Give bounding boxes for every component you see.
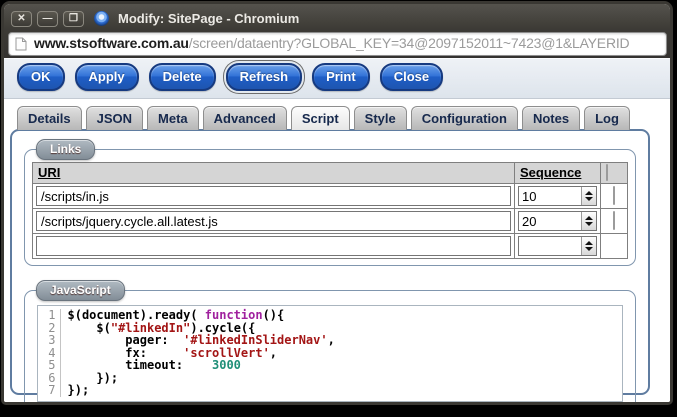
- ok-button[interactable]: OK: [17, 63, 65, 91]
- uri-input[interactable]: [36, 186, 511, 206]
- code-text: });: [67, 383, 90, 397]
- chromium-icon: [94, 11, 109, 26]
- apply-button[interactable]: Apply: [74, 63, 139, 91]
- uri-column-header: URI: [32, 162, 515, 184]
- browser-window: ✕ — ❒ Modify: SitePage - Chromium www.st…: [1, 1, 673, 405]
- spinner-arrows-icon[interactable]: [581, 237, 596, 255]
- uri-input[interactable]: [36, 211, 511, 231]
- line-number: 5: [38, 359, 61, 372]
- code-table: 1 $(document).ready( function(){2 $("#lin…: [38, 309, 335, 397]
- sequence-spinner: [518, 211, 597, 231]
- sequence-input[interactable]: [519, 187, 581, 205]
- line-number: 7: [38, 384, 61, 397]
- spinner-arrows-icon[interactable]: [581, 187, 596, 205]
- code-line: 7});: [38, 384, 335, 397]
- tab-configuration[interactable]: Configuration: [410, 106, 518, 130]
- address-bar[interactable]: www.stsoftware.com.au/screen/dataentry?G…: [8, 32, 667, 56]
- javascript-fieldset: JavaScript 1 $(document).ready( function(…: [24, 280, 636, 402]
- maximize-window-icon[interactable]: ❒: [63, 10, 84, 27]
- browser-chrome: ✕ — ❒ Modify: SitePage - Chromium www.st…: [4, 4, 670, 58]
- tab-meta[interactable]: Meta: [147, 106, 199, 130]
- window-title: Modify: SitePage - Chromium: [118, 11, 300, 26]
- tab-notes[interactable]: Notes: [521, 106, 581, 130]
- delete-button[interactable]: Delete: [148, 63, 216, 91]
- refresh-button[interactable]: Refresh: [225, 63, 303, 91]
- sequence-spinner: [518, 236, 597, 256]
- url-host: www.stsoftware.com.au: [34, 35, 189, 51]
- code-lines: 1 $(document).ready( function(){2 $("#lin…: [38, 309, 335, 397]
- sequence-column-header: Sequence: [514, 162, 601, 184]
- tab-details[interactable]: Details: [17, 106, 82, 130]
- links-table: URI Sequence: [32, 162, 628, 259]
- row-checkbox[interactable]: [613, 186, 615, 205]
- tab-bar: Details JSON Meta Advanced Script Style Config…: [17, 106, 670, 130]
- tab-script[interactable]: Script: [290, 106, 350, 130]
- tab-panel: Links URI Sequence /scripts/in.js 10 /sc…: [10, 129, 650, 402]
- link-row-3: [32, 233, 628, 259]
- sequence-input[interactable]: [519, 237, 581, 255]
- action-toolbar: OK Apply Delete Refresh Print Close: [4, 58, 670, 99]
- line-number: 1: [38, 309, 61, 322]
- code-editor[interactable]: 1 $(document).ready( function(){2 $("#lin…: [37, 305, 623, 402]
- tab-log[interactable]: Log: [584, 106, 630, 130]
- close-window-icon[interactable]: ✕: [11, 10, 32, 27]
- sequence-input[interactable]: [519, 212, 581, 230]
- page-content: Details JSON Meta Advanced Script Style Config…: [4, 99, 670, 402]
- minimize-window-icon[interactable]: —: [37, 10, 58, 27]
- page-icon: [15, 37, 27, 51]
- url-path: /screen/dataentry?GLOBAL_KEY=34@20971520…: [188, 35, 630, 51]
- select-all-header-cell: [600, 162, 628, 184]
- sequence-spinner: [518, 186, 597, 206]
- address-bar-row: www.stsoftware.com.au/screen/dataentry?G…: [4, 31, 670, 58]
- code-text: });: [67, 370, 119, 385]
- links-legend: Links: [36, 139, 96, 160]
- line-number: 3: [38, 334, 61, 347]
- javascript-legend: JavaScript: [36, 280, 125, 301]
- links-fieldset: Links URI Sequence: [24, 139, 636, 266]
- select-all-checkbox[interactable]: [606, 164, 608, 181]
- titlebar: ✕ — ❒ Modify: SitePage - Chromium: [4, 4, 670, 31]
- tab-style[interactable]: Style: [353, 106, 407, 130]
- print-button[interactable]: Print: [312, 63, 370, 91]
- spinner-arrows-icon[interactable]: [581, 212, 596, 230]
- uri-input[interactable]: [36, 236, 511, 256]
- url-text: www.stsoftware.com.au/screen/dataentry?G…: [34, 35, 630, 53]
- links-header-row: URI Sequence: [32, 162, 628, 184]
- tab-advanced[interactable]: Advanced: [202, 106, 287, 130]
- link-row-2: [32, 208, 628, 234]
- link-row-1: [32, 183, 628, 209]
- tab-json[interactable]: JSON: [85, 106, 144, 130]
- links-table-body: [32, 183, 628, 259]
- close-button[interactable]: Close: [379, 63, 444, 91]
- row-checkbox[interactable]: [613, 211, 615, 230]
